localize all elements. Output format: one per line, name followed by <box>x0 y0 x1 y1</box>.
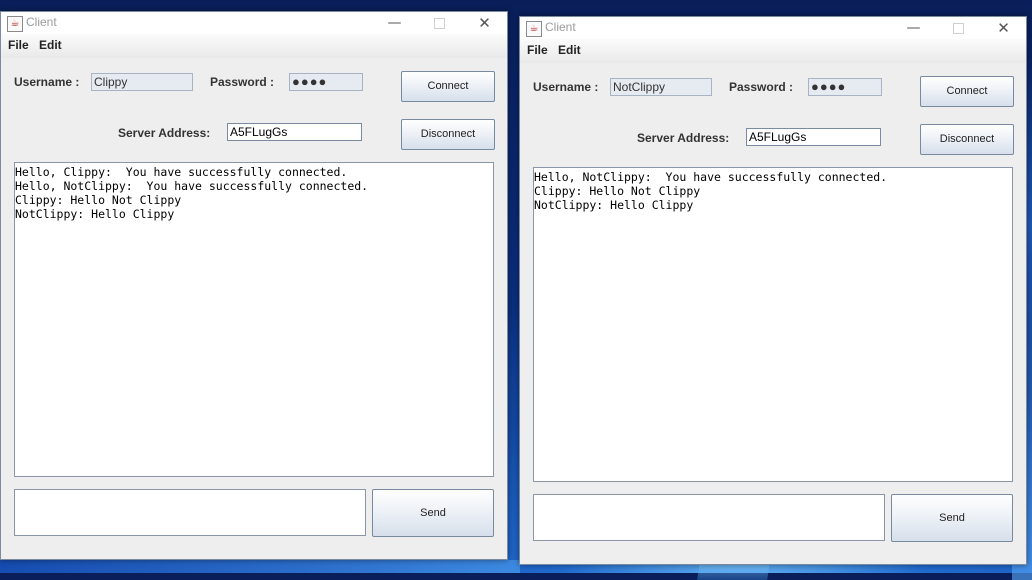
message-input[interactable] <box>533 494 885 541</box>
disconnect-button[interactable]: Disconnect <box>401 119 495 150</box>
close-icon[interactable]: ✕ <box>462 12 507 34</box>
username-label: Username : <box>14 75 80 89</box>
maximize-icon[interactable] <box>417 12 462 34</box>
username-label: Username : <box>533 80 599 94</box>
server-address-input[interactable]: A5FLugGs <box>227 123 362 141</box>
password-field[interactable]: ●●●● <box>289 73 363 91</box>
password-field[interactable]: ●●●● <box>808 78 882 96</box>
menu-file[interactable]: File <box>527 43 548 57</box>
server-address-input[interactable]: A5FLugGs <box>746 128 881 146</box>
menu-bar: File Edit <box>1 34 507 58</box>
minimize-icon[interactable]: — <box>372 12 417 34</box>
java-cup-icon: ☕ <box>526 21 542 37</box>
send-button[interactable]: Send <box>891 494 1013 542</box>
chat-line: NotClippy: Hello Clippy <box>15 207 175 221</box>
client-window-1: ☕ Client — ✕ File Edit Username : Clippy… <box>0 11 508 560</box>
client-window-2: ☕ Client — ✕ File Edit Username : NotCli… <box>519 16 1027 565</box>
minimize-icon[interactable]: — <box>891 17 936 39</box>
menu-bar: File Edit <box>520 39 1026 63</box>
maximize-icon[interactable] <box>936 17 981 39</box>
password-label: Password : <box>210 75 275 89</box>
send-button[interactable]: Send <box>372 489 494 537</box>
menu-edit[interactable]: Edit <box>558 43 581 57</box>
server-address-label: Server Address: <box>118 126 211 140</box>
chat-log[interactable]: Hello, Clippy: You have successfully con… <box>14 162 494 477</box>
chat-line: Hello, Clippy: You have successfully con… <box>15 165 348 179</box>
java-cup-icon: ☕ <box>7 16 23 32</box>
connect-button[interactable]: Connect <box>401 71 495 102</box>
window-title: Client <box>26 15 57 29</box>
chat-line: Hello, NotClippy: You have successfully … <box>534 170 888 184</box>
window-title: Client <box>545 20 576 34</box>
title-bar[interactable]: ☕ Client — ✕ <box>1 12 507 34</box>
disconnect-button[interactable]: Disconnect <box>920 124 1014 155</box>
menu-edit[interactable]: Edit <box>39 38 62 52</box>
message-input[interactable] <box>14 489 366 536</box>
password-label: Password : <box>729 80 794 94</box>
username-field[interactable]: Clippy <box>91 73 193 91</box>
title-bar[interactable]: ☕ Client — ✕ <box>520 17 1026 39</box>
server-address-label: Server Address: <box>637 131 730 145</box>
chat-log[interactable]: Hello, NotClippy: You have successfully … <box>533 167 1013 482</box>
chat-line: NotClippy: Hello Clippy <box>534 198 694 212</box>
menu-file[interactable]: File <box>8 38 29 52</box>
chat-line: Clippy: Hello Not Clippy <box>15 193 182 207</box>
close-icon[interactable]: ✕ <box>981 17 1026 39</box>
connect-button[interactable]: Connect <box>920 76 1014 107</box>
wallpaper-light-bottom <box>0 560 520 573</box>
chat-line: Clippy: Hello Not Clippy <box>534 184 701 198</box>
username-field[interactable]: NotClippy <box>610 78 712 96</box>
chat-line: Hello, NotClippy: You have successfully … <box>15 179 369 193</box>
